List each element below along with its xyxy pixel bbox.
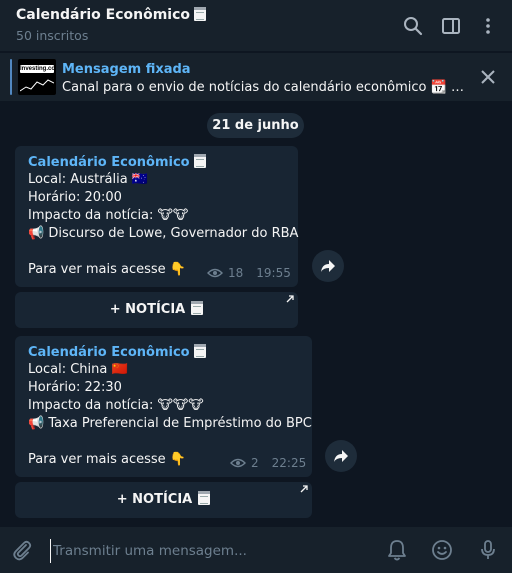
message-local: Local: Austrália 🇦🇺: [28, 172, 149, 187]
subscriber-count: 50 inscritos: [16, 28, 89, 43]
notepad-emoji-icon: [194, 7, 207, 21]
pinned-indicator: [10, 59, 12, 95]
share-arrow-icon: [334, 450, 348, 462]
message-bubble[interactable]: Calendário Econômico Local: Austrália 🇦🇺…: [15, 146, 298, 287]
noticia-button[interactable]: + NOTÍCIA: [15, 482, 312, 518]
smiley-icon: [432, 540, 452, 560]
message-evento: 📢 Discurso de Lowe, Governador do RBA: [28, 226, 299, 241]
noticia-button-label: + NOTÍCIA: [116, 492, 193, 507]
voice-message-button[interactable]: [476, 538, 500, 562]
message-impacto: Impacto da notícia: 🐮🐮: [28, 208, 189, 223]
message-time: 19:55: [256, 266, 291, 280]
toggle-sidebar-button[interactable]: [438, 13, 464, 39]
message-evento: 📢 Taxa Preferencial de Empréstimo do BPC: [28, 416, 312, 431]
message-bubble[interactable]: Calendário Econômico Local: China 🇨🇳 Hor…: [15, 336, 312, 477]
message-cta: Para ver mais acesse 👇: [28, 452, 186, 467]
sidebar-toggle-icon: [442, 18, 460, 34]
pinned-thumbnail: Investing.com: [18, 59, 56, 95]
microphone-icon: [481, 540, 495, 559]
receipt-emoji-icon: [191, 301, 204, 315]
search-button[interactable]: [400, 13, 426, 39]
pinned-message-bar[interactable]: Investing.com Mensagem fixada Canal para…: [0, 52, 512, 101]
channel-title-text: Calendário Econômico: [16, 7, 191, 23]
message-composer: [0, 527, 512, 573]
channel-title[interactable]: Calendário Econômico: [16, 7, 207, 23]
message-horario: Horário: 20:00: [28, 190, 122, 205]
close-pinned-button[interactable]: [478, 67, 498, 87]
message-meta: 18 19:55: [207, 266, 291, 280]
chart-thumb-icon: [20, 79, 54, 92]
author-name: Calendário Econômico: [28, 155, 190, 170]
message-author[interactable]: Calendário Econômico: [28, 154, 206, 170]
noticia-button-label: + NOTÍCIA: [109, 302, 186, 317]
message-impacto: Impacto da notícia: 🐮🐮🐮: [28, 398, 204, 413]
chat-header[interactable]: Calendário Econômico 50 inscritos: [0, 0, 512, 51]
receipt-emoji-icon: [198, 491, 211, 505]
share-arrow-icon: [321, 260, 335, 272]
noticia-button[interactable]: + NOTÍCIA: [15, 292, 298, 328]
attach-button[interactable]: [10, 538, 34, 562]
message-meta: 2 22:25: [230, 456, 306, 470]
message-input[interactable]: [50, 539, 375, 563]
pinned-text: Canal para o envio de notícias do calend…: [62, 80, 464, 95]
author-name: Calendário Econômico: [28, 345, 190, 360]
notepad-emoji-icon: [193, 154, 206, 168]
more-vert-icon: [486, 18, 490, 34]
bell-icon: [388, 540, 406, 561]
forward-button[interactable]: [312, 250, 344, 282]
date-separator: 21 de junho: [207, 113, 304, 138]
eye-icon: [207, 268, 223, 278]
investing-logo: Investing.com: [20, 65, 56, 73]
eye-icon: [230, 458, 246, 468]
more-options-button[interactable]: [475, 13, 501, 39]
search-icon: [404, 17, 423, 36]
message-local: Local: China 🇨🇳: [28, 362, 128, 377]
message-horario: Horário: 22:30: [28, 380, 122, 395]
view-count: 18: [228, 266, 244, 280]
external-link-icon: [286, 295, 294, 303]
view-count: 2: [251, 456, 259, 470]
message-time: 22:25: [271, 456, 307, 470]
emoji-button[interactable]: [430, 538, 454, 562]
close-icon: [481, 70, 495, 84]
message-cta: Para ver mais acesse 👇: [28, 262, 186, 277]
external-link-icon: [300, 485, 308, 493]
notifications-button[interactable]: [385, 538, 409, 562]
paperclip-icon: [13, 540, 32, 561]
message-author[interactable]: Calendário Econômico: [28, 344, 206, 360]
notepad-emoji-icon: [193, 344, 206, 358]
forward-button[interactable]: [325, 440, 357, 472]
pinned-title: Mensagem fixada: [62, 62, 191, 77]
